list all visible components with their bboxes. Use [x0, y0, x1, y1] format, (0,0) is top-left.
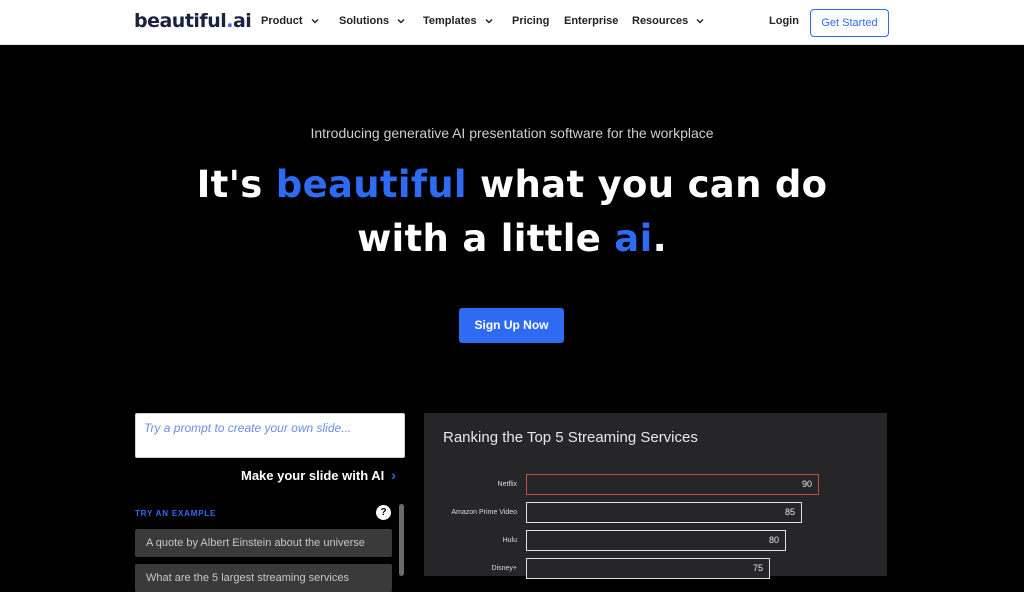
nav-resources[interactable]: Resources	[632, 15, 705, 27]
row-label: Disney+	[491, 565, 517, 572]
make-slide-button[interactable]: Make your slide with AI ›	[241, 467, 396, 483]
row-label: Amazon Prime Video	[451, 509, 517, 516]
nav-enterprise[interactable]: Enterprise	[564, 15, 618, 27]
nav-pricing-label: Pricing	[512, 15, 550, 27]
slide-title: Ranking the Top 5 Streaming Services	[443, 429, 698, 446]
chevron-right-icon: ›	[391, 467, 396, 483]
examples-scrollbar[interactable]	[399, 504, 404, 576]
bar: 80	[526, 530, 786, 551]
example-prompt[interactable]: A quote by Albert Einstein about the uni…	[135, 529, 392, 557]
bar-value: 80	[768, 535, 779, 545]
nav-resources-label: Resources	[632, 15, 689, 27]
get-started-button[interactable]: Get Started	[810, 9, 889, 37]
nav-solutions-label: Solutions	[339, 15, 390, 27]
row-label: Hulu	[502, 537, 517, 544]
nav-templates-label: Templates	[423, 15, 477, 27]
bar-value: 90	[801, 479, 812, 489]
chevron-down-icon	[396, 16, 406, 26]
nav-solutions[interactable]: Solutions	[339, 15, 406, 27]
nav-templates[interactable]: Templates	[423, 15, 494, 27]
sign-up-button[interactable]: Sign Up Now	[459, 308, 564, 343]
bar: 85	[526, 502, 802, 523]
nav-product-label: Product	[261, 15, 303, 27]
slide-preview: Ranking the Top 5 Streaming Services Net…	[424, 413, 887, 579]
hero-headline-line1: It's beautiful what you can do	[196, 163, 828, 206]
chevron-down-icon	[695, 16, 705, 26]
top-navigation: beautiful.ai Product Solutions Templates…	[0, 0, 1024, 45]
chevron-down-icon	[484, 16, 494, 26]
nav-enterprise-label: Enterprise	[564, 15, 619, 27]
row-label: Netflix	[497, 481, 517, 488]
try-example-label: TRY AN EXAMPLE	[135, 509, 217, 518]
prompt-box[interactable]	[135, 413, 405, 458]
make-slide-label: Make your slide with AI	[241, 467, 385, 483]
nav-pricing[interactable]: Pricing	[512, 15, 549, 27]
bar-value: 75	[752, 563, 763, 573]
logo[interactable]: beautiful.ai	[134, 10, 252, 32]
hero-headline-line2: with a little ai.	[357, 217, 667, 260]
example-prompt[interactable]: What are the 5 largest streaming service…	[135, 564, 392, 592]
bar-value: 85	[784, 507, 795, 517]
help-icon[interactable]: ?	[376, 505, 391, 520]
chevron-down-icon	[310, 16, 320, 26]
bar: 90	[526, 474, 819, 495]
nav-product[interactable]: Product	[261, 15, 320, 27]
hero-subtitle: Introducing generative AI presentation s…	[310, 125, 714, 141]
prompt-input[interactable]	[136, 414, 404, 457]
login-link[interactable]: Login	[769, 15, 799, 27]
